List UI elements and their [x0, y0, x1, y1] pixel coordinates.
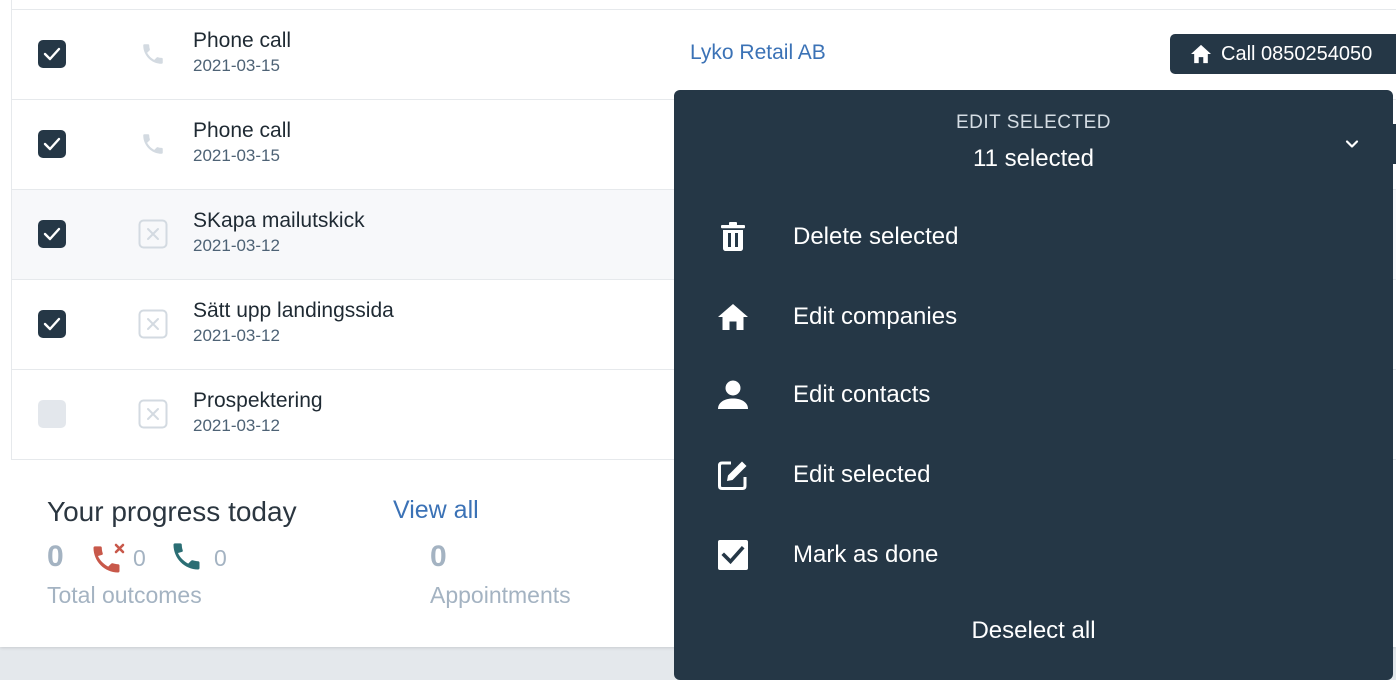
trash-icon	[716, 220, 750, 254]
checkmark-icon	[43, 47, 61, 61]
phone-icon	[138, 129, 168, 159]
task-title[interactable]: SKapa mailutskick	[193, 209, 365, 233]
selected-count: 11 selected	[973, 145, 1094, 172]
edit-selected-item[interactable]: Edit selected	[674, 445, 1393, 505]
missed-calls-value: 0	[133, 545, 146, 571]
total-outcomes-value: 0	[47, 540, 64, 573]
appointments-label: Appointments	[430, 582, 571, 608]
task-date: 2021-03-15	[193, 56, 280, 75]
deselect-all-button[interactable]: Deselect all	[674, 617, 1393, 645]
task-title[interactable]: Sätt upp landingssida	[193, 299, 394, 323]
menu-item-label: Edit companies	[793, 303, 958, 330]
total-outcomes-label: Total outcomes	[47, 582, 202, 608]
edit-companies-item[interactable]: Edit companies	[674, 287, 1393, 347]
task-title[interactable]: Phone call	[193, 29, 291, 53]
mark-as-done-item[interactable]: Mark as done	[674, 525, 1393, 585]
row-checkbox[interactable]	[38, 40, 66, 68]
edit-icon	[716, 458, 750, 492]
task-date: 2021-03-12	[193, 416, 280, 435]
menu-item-label: Edit selected	[793, 461, 931, 488]
delete-selected-item[interactable]: Delete selected	[674, 207, 1393, 267]
call-button[interactable]: Call 0850254050	[1170, 34, 1396, 74]
checkmark-icon	[43, 137, 61, 151]
call-button-label: Call 0850254050	[1221, 42, 1373, 65]
company-link[interactable]: Lyko Retail AB	[690, 41, 826, 65]
menu-item-label: Edit contacts	[793, 381, 931, 408]
checkbox-icon	[716, 538, 750, 572]
edit-contacts-item[interactable]: Edit contacts	[674, 365, 1393, 425]
menu-item-label: Mark as done	[793, 541, 939, 568]
checkmark-icon	[43, 227, 61, 241]
phone-icon	[138, 39, 168, 69]
row-checkbox[interactable]	[38, 130, 66, 158]
row-checkbox[interactable]	[38, 400, 66, 428]
view-all-link[interactable]: View all	[393, 496, 479, 525]
home-icon	[1191, 44, 1211, 64]
progress-section: Your progress today View all 0 0 0 Total…	[0, 460, 680, 647]
completed-call-icon	[172, 542, 208, 581]
task-x-icon	[138, 399, 168, 429]
table-row[interactable]: Phone call 2021-03-15 Lyko Retail AB Cal…	[12, 10, 1396, 100]
row-checkbox[interactable]	[38, 310, 66, 338]
completed-calls-value: 0	[214, 545, 227, 571]
row-checkbox[interactable]	[38, 220, 66, 248]
task-date: 2021-03-12	[193, 326, 280, 345]
checkmark-icon	[43, 317, 61, 331]
chevron-down-icon[interactable]	[1342, 134, 1362, 154]
task-title[interactable]: Prospektering	[193, 389, 323, 413]
menu-item-label: Delete selected	[793, 223, 959, 250]
menu-header: EDIT SELECTED	[955, 112, 1112, 133]
edit-selected-menu: EDIT SELECTED 11 selected Delete selecte…	[674, 90, 1393, 680]
home-icon	[716, 300, 750, 334]
person-icon	[716, 378, 750, 412]
appointments-value: 0	[430, 540, 447, 573]
task-date: 2021-03-12	[193, 236, 280, 255]
progress-title: Your progress today	[47, 496, 297, 527]
missed-call-icon	[92, 542, 128, 581]
task-x-icon	[138, 219, 168, 249]
task-title[interactable]: Phone call	[193, 119, 291, 143]
task-x-icon	[138, 309, 168, 339]
task-date: 2021-03-15	[193, 146, 280, 165]
